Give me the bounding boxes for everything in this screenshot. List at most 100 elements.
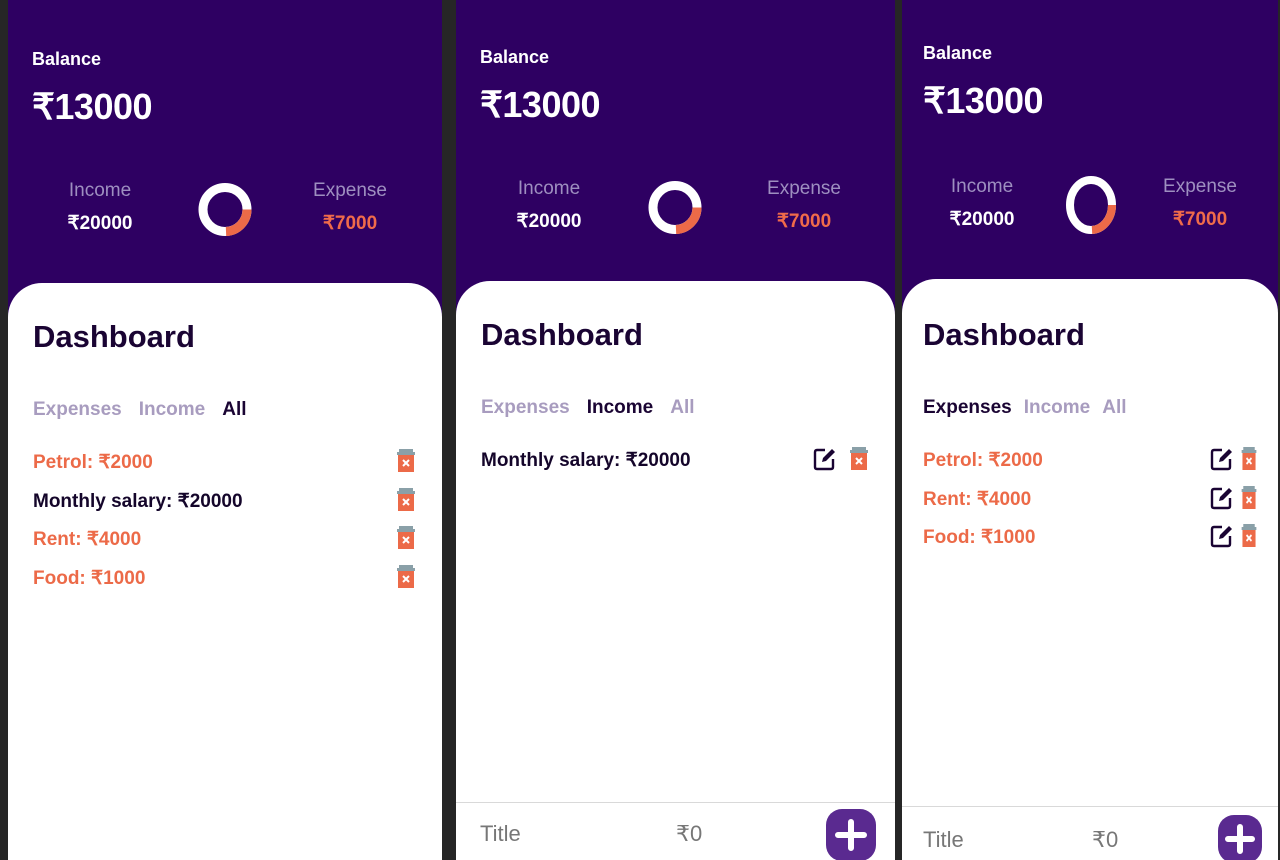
item-text: Petrol: ₹2000 [33,452,153,473]
dashboard-title: Dashboard [481,317,643,352]
list-item: Rent: ₹4000 [33,526,417,567]
item-text: Food: ₹1000 [33,567,146,589]
delete-icon[interactable] [395,486,417,512]
filter-tabs: Expenses Income All [481,397,695,419]
dashboard-card: Dashboard Expenses Income All Monthly sa… [456,281,895,860]
item-actions [395,486,417,512]
item-text: Rent: ₹4000 [923,488,1032,510]
income-label: Income [68,180,132,201]
list-item: Monthly salary: ₹20000 [33,487,417,529]
expense-label: Expense [767,178,841,199]
income-label: Income [950,176,1014,197]
balance-label: Balance [923,43,993,63]
income-expense-donut-chart [198,183,252,236]
screen-all: Balance ₹13000 Income ₹20000 Expense ₹70… [8,0,442,860]
expense-stat: Expense ₹7000 [1160,176,1240,231]
plus-icon [1225,824,1255,854]
income-stat: Income ₹20000 [947,176,1017,231]
title-input[interactable] [480,821,630,847]
edit-icon[interactable] [813,445,835,471]
amount-input[interactable] [1092,827,1172,853]
list-item: Food: ₹1000 [923,524,1258,565]
item-actions [395,524,417,550]
tab-all[interactable]: All [670,397,694,419]
balance-amount: ₹13000 [480,84,601,125]
item-actions [1210,484,1258,510]
tab-all[interactable]: All [1102,397,1126,419]
dashboard-card: Dashboard Expenses Income All Petrol: ₹2… [8,283,442,860]
edit-icon[interactable] [1210,522,1232,548]
income-stat: Income ₹20000 [65,180,135,235]
add-transaction-bar [902,806,1278,860]
item-actions [395,563,417,589]
item-text: Monthly salary: ₹20000 [481,450,691,471]
edit-icon[interactable] [1210,445,1232,471]
delete-icon[interactable] [1240,484,1258,510]
list-item: Petrol: ₹2000 [923,447,1258,488]
balance-amount: ₹13000 [923,80,1044,121]
item-actions [813,445,870,471]
app-screens: Balance ₹13000 Income ₹20000 Expense ₹70… [0,0,1280,860]
delete-icon[interactable] [395,524,417,550]
dashboard-title: Dashboard [33,319,195,354]
donut-expense-arc [1091,204,1117,234]
balance-label: Balance [480,47,550,67]
tab-expenses[interactable]: Expenses [33,399,122,421]
dashboard-card: Dashboard Expenses Income All Petrol: ₹2… [902,279,1278,860]
delete-icon[interactable] [395,447,417,473]
filter-tabs: Expenses Income All [33,399,247,421]
delete-icon[interactable] [395,563,417,589]
filter-tabs: Expenses Income All [923,397,1127,419]
item-actions [1210,522,1258,548]
add-button[interactable] [1218,815,1262,860]
title-input[interactable] [923,827,1053,853]
item-text: Monthly salary: ₹20000 [33,490,243,512]
tab-income[interactable]: Income [139,399,206,421]
expense-amount: ₹7000 [1172,209,1228,230]
delete-icon[interactable] [848,445,870,471]
expense-label: Expense [1163,176,1237,197]
item-text: Food: ₹1000 [923,527,1036,548]
income-expense-donut-chart [648,181,702,234]
balance-amount: ₹13000 [32,86,153,127]
income-stat: Income ₹20000 [514,178,584,233]
delete-icon[interactable] [1240,522,1258,548]
item-actions [395,447,417,473]
income-label: Income [517,178,581,199]
income-amount: ₹20000 [949,209,1015,230]
edit-icon[interactable] [1210,484,1232,510]
expense-stat: Expense ₹7000 [310,180,390,235]
dashboard-title: Dashboard [923,317,1085,352]
expense-amount: ₹7000 [776,211,832,232]
list-item: Rent: ₹4000 [923,485,1258,527]
tab-expenses[interactable]: Expenses [481,397,570,419]
transaction-list: Petrol: ₹2000 Rent: ₹4000 Food: ₹1000 [923,447,1258,565]
donut-expense-arc [225,209,252,236]
expense-amount: ₹7000 [322,213,378,234]
list-item: Monthly salary: ₹20000 [481,447,870,488]
list-item: Petrol: ₹2000 [33,449,417,490]
list-item: Food: ₹1000 [33,564,417,606]
screen-expenses: Balance ₹13000 Income ₹20000 Expense ₹70… [902,0,1278,860]
income-expense-donut-chart [1066,176,1117,234]
balance-label: Balance [32,49,102,69]
income-amount: ₹20000 [516,211,582,232]
tab-expenses[interactable]: Expenses [923,397,1012,419]
screen-income: Balance ₹13000 Income ₹20000 Expense ₹70… [456,0,895,860]
item-text: Petrol: ₹2000 [923,450,1043,471]
expense-label: Expense [313,180,387,201]
amount-input[interactable] [676,821,766,847]
transaction-list: Petrol: ₹2000 Monthly salary: ₹20000 Ren… [33,449,417,606]
plus-icon [835,819,867,851]
donut-expense-arc [675,207,702,234]
add-transaction-bar [456,802,895,860]
tab-income[interactable]: Income [587,397,654,419]
add-button[interactable] [826,809,876,860]
item-text: Rent: ₹4000 [33,529,142,550]
tab-all[interactable]: All [222,399,246,421]
item-actions [1210,445,1258,471]
income-amount: ₹20000 [67,213,133,234]
transaction-list: Monthly salary: ₹20000 [481,447,870,488]
delete-icon[interactable] [1240,445,1258,471]
tab-income[interactable]: Income [1024,397,1091,419]
